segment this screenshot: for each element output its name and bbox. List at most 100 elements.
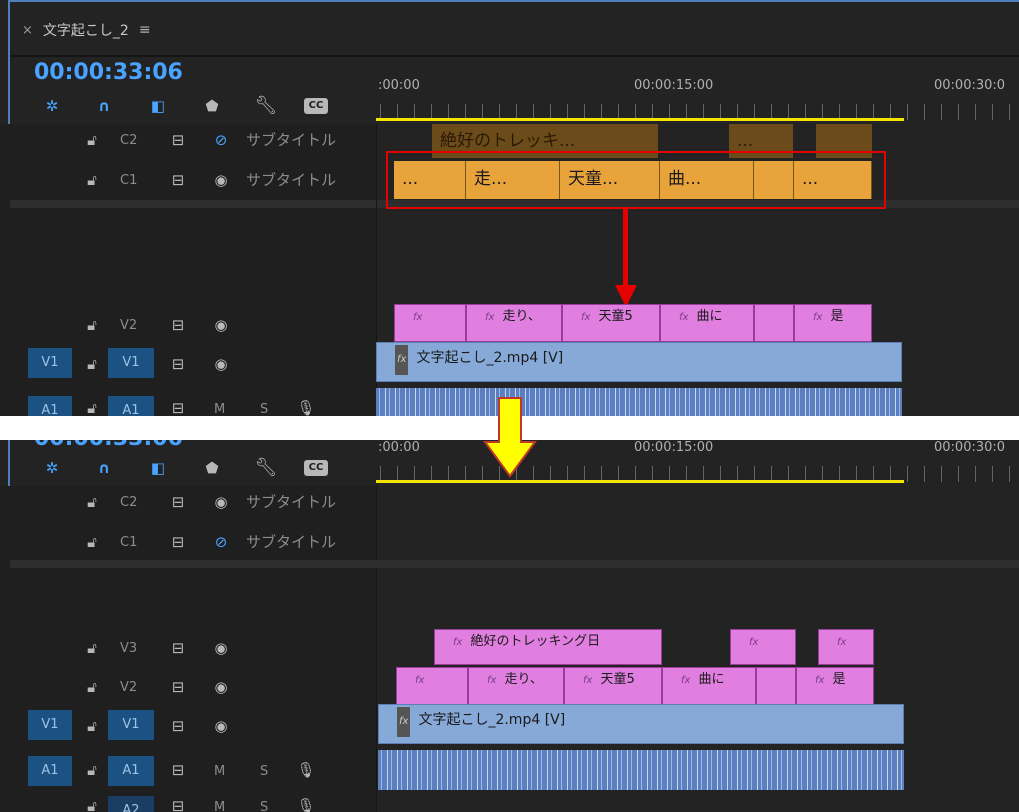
fx-clip-v2[interactable]: fx 曲に <box>660 304 754 342</box>
ruler-label-0: :00:00 <box>378 78 420 93</box>
source-patch-v1[interactable]: V1 <box>28 710 72 740</box>
sync-lock-icon[interactable]: ⊟ <box>168 492 188 512</box>
sync-lock-icon[interactable]: ⊟ <box>168 130 188 150</box>
playhead-timecode[interactable]: 00:00:33:06 <box>34 440 183 451</box>
subtitle-track-label-c2: サブタイトル <box>246 131 337 149</box>
microphone-icon[interactable]: 🎙︎ <box>296 398 316 416</box>
source-patch-v1[interactable]: V1 <box>28 348 72 378</box>
eye-hidden-icon[interactable]: ⊘ <box>210 130 232 150</box>
eye-icon[interactable]: ◉ <box>210 638 232 658</box>
sync-lock-icon[interactable]: ⊟ <box>168 398 188 416</box>
lock-icon[interactable]: 🔓︎ <box>82 677 102 697</box>
work-area-bar[interactable] <box>376 118 904 121</box>
lock-icon[interactable]: 🔓︎ <box>82 532 102 552</box>
eye-icon[interactable]: ◉ <box>210 677 232 697</box>
lock-icon[interactable]: 🔓︎ <box>82 354 102 374</box>
eye-icon[interactable]: ◉ <box>210 354 232 374</box>
eye-icon[interactable]: ◉ <box>210 170 232 190</box>
panel-menu-icon[interactable]: ≡ <box>139 22 151 38</box>
source-patch-a1[interactable]: A1 <box>28 396 72 416</box>
fx-clip-v2[interactable]: fx 天童5 <box>564 667 662 705</box>
fx-clip-v2[interactable]: fx 是 <box>796 667 874 705</box>
audio-clip[interactable] <box>378 750 904 790</box>
eye-icon[interactable]: ◉ <box>210 315 232 335</box>
clip-text: 天童5 <box>600 672 635 687</box>
magnet-icon[interactable]: ∩ <box>92 458 116 478</box>
playhead-timecode[interactable]: 00:00:33:06 <box>34 60 183 85</box>
sync-lock-icon[interactable]: ⊟ <box>168 170 188 190</box>
sequence-tab-title: 文字起こし_2 <box>42 23 129 39</box>
snap-icon[interactable]: ✲ <box>40 96 64 116</box>
fx-badge: fx <box>413 312 423 323</box>
fx-clip-v2[interactable] <box>754 304 794 342</box>
linked-selection-icon[interactable]: ◧ <box>146 458 170 478</box>
clip-text: 走り、 <box>502 309 541 324</box>
track-target-v1[interactable]: V1 <box>108 710 154 740</box>
sync-lock-icon[interactable]: ⊟ <box>168 532 188 552</box>
magnet-icon[interactable]: ∩ <box>92 96 116 116</box>
fx-clip-v2[interactable]: fx <box>394 304 466 342</box>
lock-icon[interactable]: 🔓︎ <box>82 716 102 736</box>
snap-icon[interactable]: ✲ <box>40 458 64 478</box>
lock-icon[interactable]: 🔓︎ <box>82 398 102 416</box>
track-target-a1[interactable]: A1 <box>108 396 154 416</box>
microphone-icon[interactable]: 🎙︎ <box>296 796 316 812</box>
solo-button[interactable]: S <box>260 400 268 416</box>
fx-clip-v3[interactable]: fx 絶好のトレッキング日 <box>434 629 662 665</box>
mute-button[interactable]: M <box>214 798 225 812</box>
track-target-a2[interactable]: A2 <box>108 796 154 812</box>
lock-icon[interactable]: 🔓︎ <box>82 315 102 335</box>
eye-icon[interactable]: ◉ <box>210 716 232 736</box>
solo-button[interactable]: S <box>260 798 268 812</box>
eye-hidden-icon[interactable]: ⊘ <box>210 532 232 552</box>
close-icon[interactable]: × <box>22 23 33 38</box>
lock-icon[interactable]: 🔓︎ <box>82 170 102 190</box>
fx-clip-v2[interactable] <box>756 667 796 705</box>
ruler-label-30: 00:00:30:0 <box>934 440 1006 455</box>
fx-clip-v3[interactable]: fx <box>730 629 796 665</box>
solo-button[interactable]: S <box>260 762 268 782</box>
wrench-icon[interactable]: 🔧︎ <box>254 96 278 116</box>
microphone-icon[interactable]: 🎙︎ <box>296 760 316 780</box>
cc-icon[interactable]: CC <box>304 98 328 114</box>
fx-clip-v2[interactable]: fx 曲に <box>662 667 756 705</box>
work-area-bar[interactable] <box>376 480 904 483</box>
fx-clip-v3[interactable]: fx <box>818 629 874 665</box>
source-patch-a1[interactable]: A1 <box>28 756 72 786</box>
mute-button[interactable]: M <box>214 762 225 782</box>
lock-icon[interactable]: 🔓︎ <box>82 130 102 150</box>
sync-lock-icon[interactable]: ⊟ <box>168 677 188 697</box>
fx-clip-v2[interactable]: fx 走り、 <box>466 304 562 342</box>
linked-selection-icon[interactable]: ◧ <box>146 96 170 116</box>
sync-lock-icon[interactable]: ⊟ <box>168 638 188 658</box>
lock-icon[interactable]: 🔓︎ <box>82 492 102 512</box>
fx-clip-v2[interactable]: fx 是 <box>794 304 872 342</box>
sync-lock-icon[interactable]: ⊟ <box>168 716 188 736</box>
lock-icon[interactable]: 🔓︎ <box>82 760 102 780</box>
highlight-box <box>386 151 886 209</box>
fx-clip-v2[interactable]: fx <box>396 667 468 705</box>
sync-lock-icon[interactable]: ⊟ <box>168 760 188 780</box>
wrench-icon[interactable]: 🔧︎ <box>254 458 278 478</box>
fx-clip-v2[interactable]: fx 走り、 <box>468 667 564 705</box>
eye-icon[interactable]: ◉ <box>210 492 232 512</box>
track-target-a1[interactable]: A1 <box>108 756 154 786</box>
sync-lock-icon[interactable]: ⊟ <box>168 796 188 812</box>
add-marker-icon[interactable]: ⬟ <box>200 96 224 116</box>
video-clip[interactable]: fx 文字起こし_2.mp4 [V] <box>378 704 904 744</box>
audio-clip[interactable] <box>376 388 902 416</box>
fx-badge: fx <box>749 637 759 648</box>
fx-clip-v2[interactable]: fx 天童5 <box>562 304 660 342</box>
lock-icon[interactable]: 🔓︎ <box>82 638 102 658</box>
track-target-v1[interactable]: V1 <box>108 348 154 378</box>
lock-icon[interactable]: 🔓︎ <box>82 796 102 812</box>
mute-button[interactable]: M <box>214 400 225 416</box>
fx-badge: fx <box>837 637 847 648</box>
sequence-tab[interactable]: × 文字起こし_2 ≡ <box>22 18 151 42</box>
video-clip[interactable]: fx 文字起こし_2.mp4 [V] <box>376 342 902 382</box>
sync-lock-icon[interactable]: ⊟ <box>168 315 188 335</box>
fx-badge: fx <box>679 312 689 323</box>
add-marker-icon[interactable]: ⬟ <box>200 458 224 478</box>
sync-lock-icon[interactable]: ⊟ <box>168 354 188 374</box>
cc-icon[interactable]: CC <box>304 460 328 476</box>
